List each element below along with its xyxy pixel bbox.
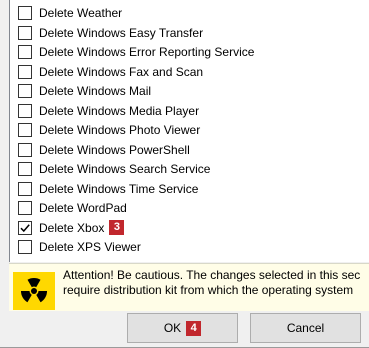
list-item-label: Delete Weather [39, 6, 123, 20]
step-badge: 3 [109, 220, 125, 235]
list-item[interactable]: Delete Weather [18, 4, 122, 22]
checkbox[interactable] [18, 103, 32, 118]
list-item-label: Delete Windows Mail [39, 84, 152, 98]
list-item[interactable]: Delete Windows Fax and Scan [18, 63, 203, 81]
checkbox[interactable] [18, 84, 32, 98]
list-item-label: Delete Windows Easy Transfer [39, 25, 204, 40]
checkbox[interactable] [18, 123, 32, 137]
list-item-label: Delete Windows PowerShell [39, 142, 190, 157]
list-item-label: Delete Windows Photo Viewer [39, 123, 201, 137]
ok-button[interactable]: OK 4 [127, 313, 238, 343]
list-item-label: Delete Windows Error Reporting Service [39, 45, 255, 59]
list-item[interactable]: Delete Windows Search Service [18, 160, 210, 178]
checkbox[interactable] [18, 45, 32, 59]
component-list: Delete Weather Delete Windows Easy Trans… [9, 0, 369, 262]
list-item[interactable]: Delete XPS Viewer [18, 238, 141, 256]
list-item[interactable]: Delete Windows Photo Viewer [18, 121, 200, 139]
step-badge: 4 [186, 320, 202, 336]
checkmark-icon [20, 223, 30, 232]
list-item-label: Delete Windows Time Service [39, 181, 199, 196]
list-item-label: Delete Windows Search Service [39, 162, 211, 176]
checkbox[interactable] [18, 240, 32, 254]
checkbox[interactable] [18, 181, 32, 196]
list-item[interactable]: Delete Windows Mail [18, 82, 151, 100]
list-item-label: Delete WordPad [39, 201, 127, 215]
checkbox[interactable] [18, 201, 32, 215]
warning-panel: Attention! Be cautious. The changes sele… [9, 263, 369, 311]
list-item-label: Delete Windows Fax and Scan [39, 64, 204, 79]
warning-text: Attention! Be cautious. The changes sele… [63, 268, 369, 298]
list-item[interactable]: Delete Windows Easy Transfer [18, 24, 203, 42]
cancel-button-label: Cancel [286, 321, 325, 335]
warning-line-1: Attention! Be cautious. The changes sele… [63, 268, 361, 282]
list-item[interactable]: Delete Windows Error Reporting Service [18, 43, 254, 61]
checkbox[interactable] [18, 6, 32, 20]
checkbox[interactable] [18, 64, 32, 79]
list-item[interactable]: Delete Windows Time Service [18, 180, 198, 198]
list-item[interactable]: Delete Xbox 3 [18, 219, 125, 237]
list-item-label: Delete Windows Media Player [39, 103, 200, 118]
warning-line-2: require distribution kit from which the … [63, 283, 354, 297]
list-item[interactable]: Delete WordPad [18, 199, 127, 217]
checkbox[interactable] [18, 142, 32, 157]
cancel-button[interactable]: Cancel [250, 313, 361, 343]
checkbox-checked[interactable] [18, 220, 32, 235]
list-item-label: Delete XPS Viewer [39, 240, 141, 254]
list-item-label: Delete Xbox [39, 220, 105, 235]
ok-button-label: OK [163, 321, 182, 335]
list-item[interactable]: Delete Windows PowerShell [18, 141, 190, 159]
list-item[interactable]: Delete Windows Media Player [18, 102, 199, 120]
checkbox[interactable] [18, 162, 32, 176]
checkbox[interactable] [18, 25, 32, 40]
radiation-icon [13, 272, 55, 310]
